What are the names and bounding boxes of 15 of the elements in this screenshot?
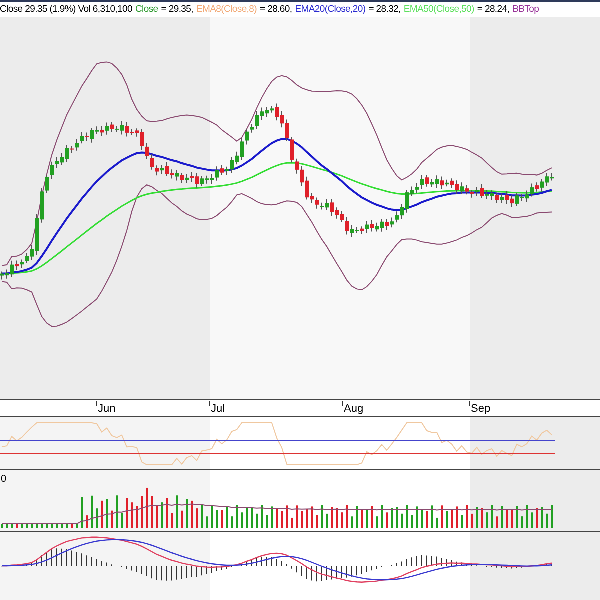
legend-value: = 28.60, [260, 4, 292, 16]
legend-label: Close [135, 4, 158, 16]
legend-label: EMA50(Close,50) [404, 4, 474, 16]
month-label: Jun [98, 403, 116, 415]
month-label: Jul [211, 403, 226, 415]
legend-value: = 29.35, [161, 4, 194, 16]
legend-value: = 28.24, [477, 4, 510, 16]
legend-label: EMA20(Close,20) [295, 4, 366, 16]
quote-text: Close 29.35 (1.9%) Vol 6,310,100 [0, 4, 132, 16]
legend-label: BBTop [512, 4, 540, 16]
month-label: Sep [471, 403, 491, 415]
month-label: Aug [344, 403, 364, 415]
legend-value: = 28.32, [368, 4, 401, 16]
legend-label: EMA8(Close,8) [196, 4, 257, 16]
volume-axis-label: 0 [1, 474, 7, 485]
